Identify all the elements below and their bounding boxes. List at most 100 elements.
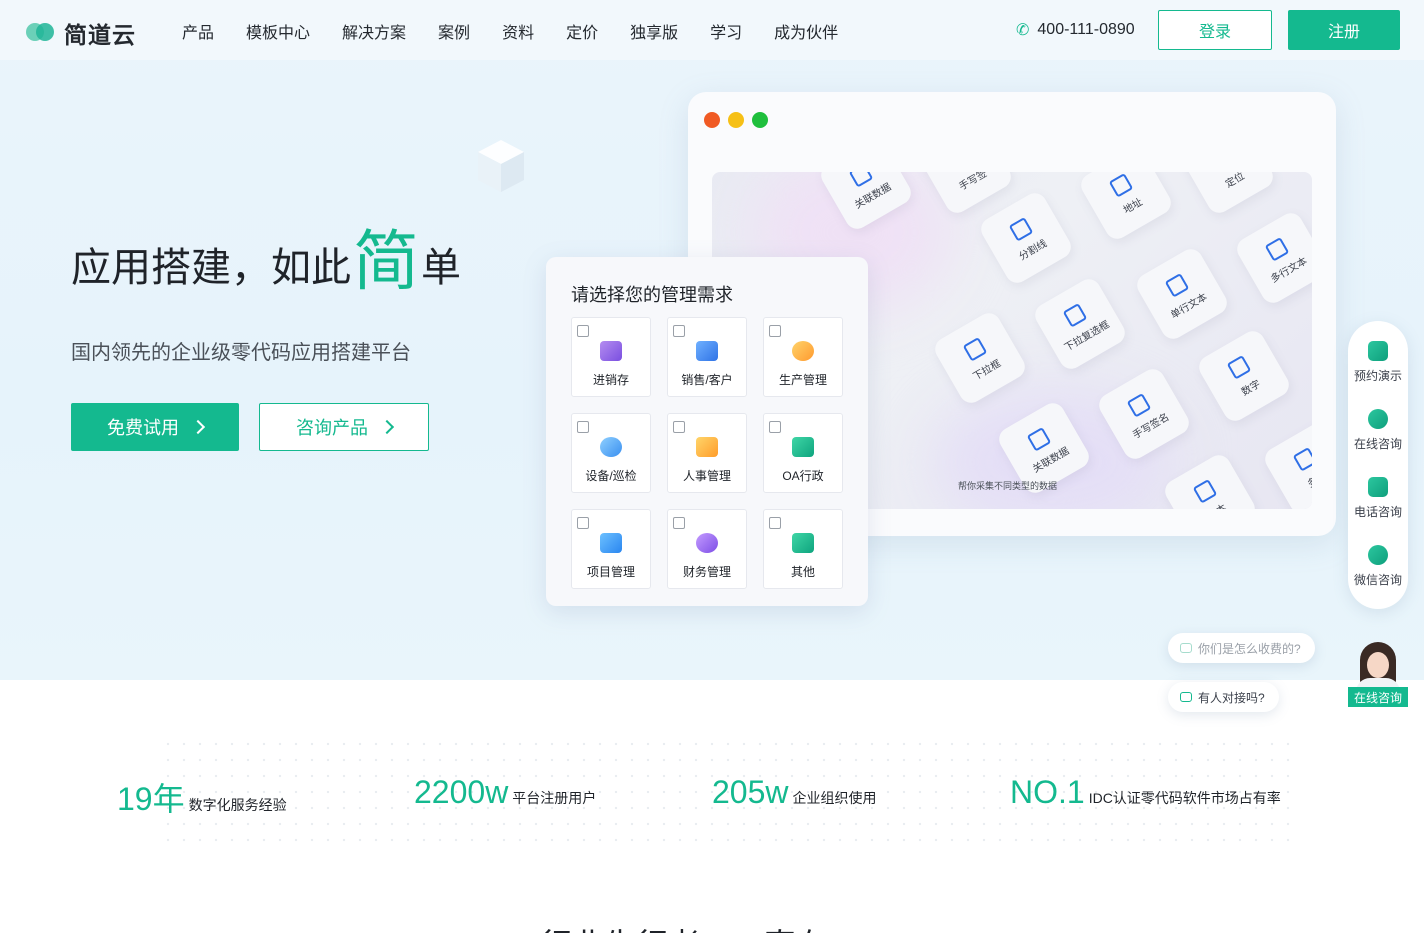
- chevron-right-icon: [190, 419, 206, 435]
- hero-title: 应用搭建，如此 简 单: [71, 228, 461, 294]
- nav-link-cases[interactable]: 案例: [438, 19, 470, 43]
- grid-apps-icon: [792, 533, 814, 553]
- checkbox[interactable]: [673, 325, 685, 337]
- need-option-production[interactable]: 生产管理: [763, 317, 843, 397]
- phone-number: 400-111-0890: [1037, 21, 1135, 38]
- need-option-equipment[interactable]: 设备/巡检: [571, 413, 651, 493]
- calendar-edit-icon: [1368, 341, 1388, 361]
- phone-icon: ✆: [1016, 22, 1030, 39]
- stat-number: 205w: [712, 774, 789, 810]
- hero-section: 简道云 产品 模板中心 解决方案 案例 资料 定价 独享版 学习 成为伙伴 ✆ …: [0, 0, 1424, 680]
- phone-consult-item[interactable]: 电话咨询: [1348, 477, 1408, 520]
- checkbox[interactable]: [673, 517, 685, 529]
- hero-title-part2: 单: [421, 246, 461, 290]
- checkbox[interactable]: [577, 325, 589, 337]
- phone-icon: [1368, 477, 1388, 497]
- field-type-icon: [848, 172, 874, 188]
- chat-icon: [1180, 643, 1192, 653]
- section-heading: 行业先行者，一直在: [540, 920, 828, 933]
- oa-document-icon: [792, 437, 814, 457]
- field-type-icon: [1062, 302, 1088, 328]
- chevron-right-icon: [379, 419, 395, 435]
- phone-consult-label: 电话咨询: [1353, 505, 1402, 519]
- free-trial-button[interactable]: 免费试用: [71, 403, 239, 451]
- phone-contact[interactable]: ✆ 400-111-0890: [1016, 20, 1135, 40]
- checkbox[interactable]: [769, 517, 781, 529]
- field-tile-label: 数字: [1239, 378, 1263, 398]
- chart-icon: [696, 341, 718, 361]
- nav-link-product[interactable]: 产品: [182, 19, 214, 43]
- online-consult-item[interactable]: 在线咨询: [1348, 409, 1408, 452]
- checkbox[interactable]: [673, 421, 685, 433]
- field-tile: 单行文本: [1132, 244, 1232, 344]
- need-option-hr[interactable]: 人事管理: [667, 413, 747, 493]
- window-close-dot: [704, 112, 720, 128]
- field-tile: 多行: [1260, 418, 1312, 509]
- stat-desc: 数字化服务经验: [188, 797, 287, 813]
- stat-desc: 企业组织使用: [792, 790, 877, 806]
- field-type-icon: [962, 336, 988, 362]
- id-card-icon: [696, 437, 718, 457]
- field-tile-label: 文本: [1204, 499, 1229, 509]
- field-tile: 数字: [1194, 326, 1294, 426]
- book-demo-item[interactable]: 预约演示: [1348, 341, 1408, 384]
- nav-link-resources[interactable]: 资料: [502, 19, 534, 43]
- stat-desc: IDC认证零代码软件市场占有率: [1088, 790, 1281, 806]
- online-consult-label: 在线咨询: [1353, 437, 1402, 451]
- need-option-oa[interactable]: OA行政: [763, 413, 843, 493]
- register-button[interactable]: 注册: [1288, 10, 1400, 50]
- nav-links: 产品 模板中心 解决方案 案例 资料 定价 独享版 学习 成为伙伴: [182, 19, 870, 43]
- nav-link-learn[interactable]: 学习: [710, 19, 742, 43]
- folder-icon: [600, 533, 622, 553]
- stat-idc-rank: NO.1 IDC认证零代码软件市场占有率: [1010, 774, 1281, 811]
- agent-online-consult-label[interactable]: 在线咨询: [1348, 687, 1408, 707]
- stat-orgs: 205w 企业组织使用: [712, 774, 877, 811]
- need-option-inventory[interactable]: 进销存: [571, 317, 651, 397]
- top-nav: 简道云 产品 模板中心 解决方案 案例 资料 定价 独享版 学习 成为伙伴 ✆ …: [0, 0, 1424, 60]
- need-option-label: 人事管理: [682, 469, 731, 483]
- faq-bubble-text: 有人对接吗?: [1198, 690, 1265, 705]
- checkbox[interactable]: [769, 421, 781, 433]
- need-option-label: OA行政: [782, 469, 824, 483]
- book-demo-label: 预约演示: [1353, 369, 1402, 383]
- field-type-icon: [1192, 478, 1218, 504]
- stat-number: 19年: [117, 781, 185, 817]
- consult-product-button[interactable]: 咨询产品: [259, 403, 429, 451]
- faq-bubble-pricing[interactable]: 你们是怎么收费的?: [1168, 633, 1315, 663]
- free-trial-label: 免费试用: [107, 418, 179, 438]
- nav-link-partner[interactable]: 成为伙伴: [774, 19, 838, 43]
- logo-text: 简道云: [64, 22, 136, 48]
- login-button[interactable]: 登录: [1158, 10, 1272, 50]
- wechat-consult-item[interactable]: 微信咨询: [1348, 545, 1408, 588]
- field-type-icon: [1226, 354, 1252, 380]
- logo[interactable]: 简道云: [24, 16, 136, 50]
- checkbox[interactable]: [769, 325, 781, 337]
- field-type-icon: [1164, 272, 1190, 298]
- need-option-finance[interactable]: 财务管理: [667, 509, 747, 589]
- checkbox[interactable]: [577, 517, 589, 529]
- need-option-label: 设备/巡检: [585, 469, 637, 483]
- nav-link-templates[interactable]: 模板中心: [246, 19, 310, 43]
- window-maximize-dot: [752, 112, 768, 128]
- chat-bubble-icon: [1368, 409, 1388, 429]
- floating-contact-bar: 预约演示 在线咨询 电话咨询 微信咨询: [1348, 321, 1408, 609]
- stat-years: 19年 数字化服务经验: [117, 774, 287, 820]
- checkbox[interactable]: [577, 421, 589, 433]
- need-option-project[interactable]: 项目管理: [571, 509, 651, 589]
- nav-link-solutions[interactable]: 解决方案: [342, 19, 406, 43]
- faq-bubble-contact[interactable]: 有人对接吗?: [1168, 682, 1279, 712]
- agent-avatar[interactable]: [1352, 640, 1404, 690]
- nav-link-dedicated[interactable]: 独享版: [630, 19, 678, 43]
- stat-number: 2200w: [414, 774, 509, 810]
- field-tile: 下拉框: [930, 308, 1030, 408]
- need-option-other[interactable]: 其他: [763, 509, 843, 589]
- nav-link-pricing[interactable]: 定价: [566, 19, 598, 43]
- field-tile-label: 多行: [1305, 470, 1312, 490]
- field-tile-label: 地址: [1121, 196, 1145, 216]
- field-tile: 文本: [1160, 450, 1260, 509]
- field-type-icon: [1126, 392, 1152, 418]
- need-option-sales[interactable]: 销售/客户: [667, 317, 747, 397]
- field-type-icon: [1264, 236, 1290, 262]
- page: 简道云 产品 模板中心 解决方案 案例 资料 定价 独享版 学习 成为伙伴 ✆ …: [0, 0, 1424, 933]
- field-tile-label: 定位: [1223, 172, 1247, 190]
